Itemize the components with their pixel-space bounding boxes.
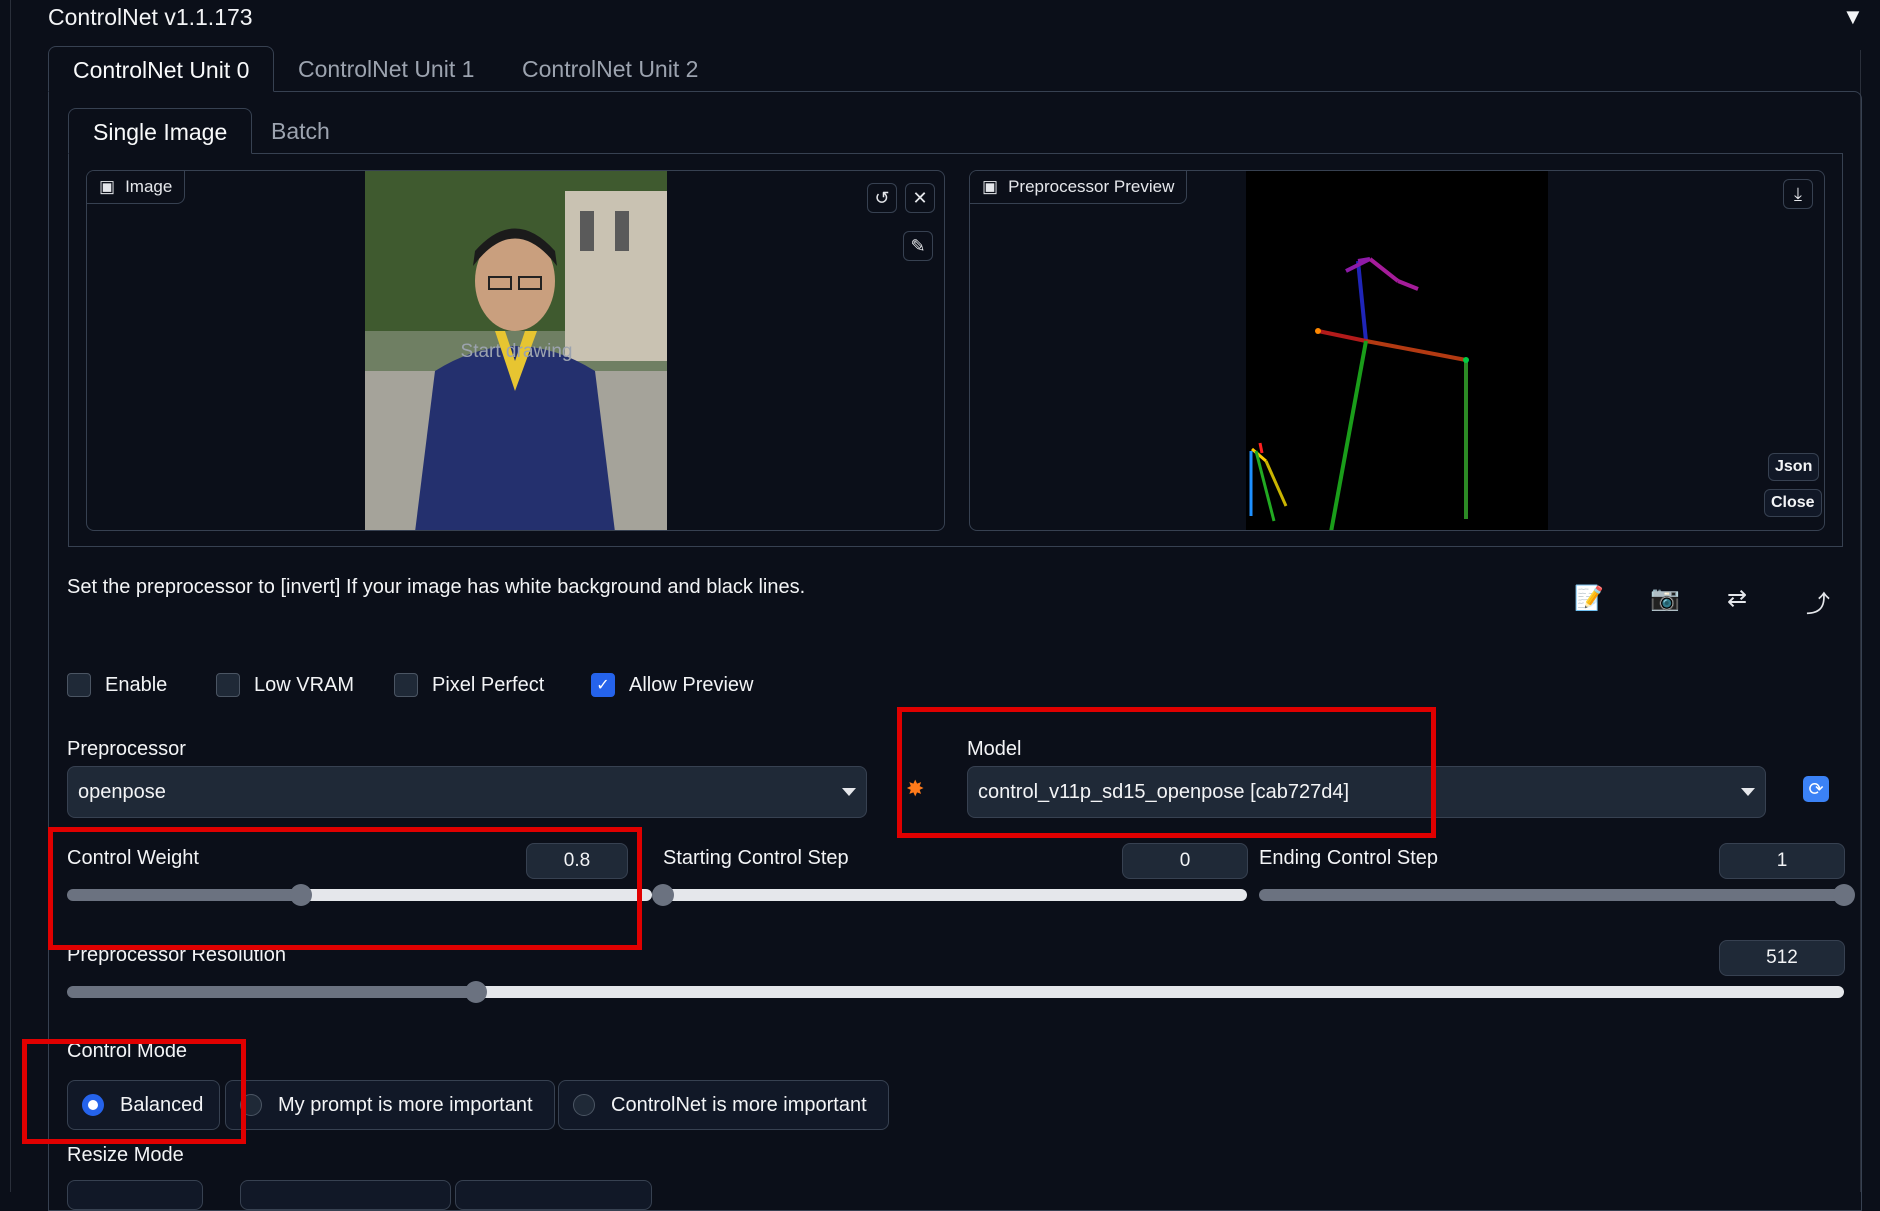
- undo-icon[interactable]: ↺: [867, 183, 897, 213]
- low-vram-checkbox-box[interactable]: [216, 673, 240, 697]
- invert-hint-text: Set the preprocessor to [invert] If your…: [67, 576, 806, 598]
- radio-controlnet-dot[interactable]: [573, 1094, 595, 1116]
- enable-label: Enable: [105, 673, 168, 696]
- enable-checkbox-box[interactable]: [67, 673, 91, 697]
- chevron-down-icon: [1741, 788, 1755, 796]
- preprocessor-resolution-slider-handle[interactable]: [464, 981, 487, 1003]
- allow-preview-label: Allow Preview: [629, 673, 754, 696]
- preprocessor-preview-panel: ▣ Preprocessor Preview ⤓ Json Close: [969, 170, 1825, 531]
- preview-label-text: Preprocessor Preview: [1008, 177, 1175, 196]
- low-vram-label: Low VRAM: [254, 673, 355, 696]
- ending-step-slider-handle[interactable]: [1833, 884, 1855, 906]
- model-highlight-box: [897, 707, 1436, 838]
- camera-icon[interactable]: 📷: [1650, 584, 1680, 613]
- pixel-perfect-checkbox[interactable]: Pixel Perfect: [394, 670, 544, 700]
- preview-panel-label: ▣ Preprocessor Preview: [970, 171, 1188, 204]
- image-panel-label: ▣ Image: [87, 171, 186, 204]
- close-preview-button[interactable]: Close: [1764, 489, 1822, 517]
- image-icon: ▣: [982, 177, 999, 196]
- image-icon: ▣: [99, 177, 116, 196]
- control-mode-highlight-box: [22, 1039, 246, 1144]
- resize-mode-option[interactable]: [67, 1180, 203, 1210]
- close-icon[interactable]: ✕: [905, 183, 935, 213]
- start-drawing-overlay: Start drawing: [460, 340, 573, 362]
- tab-controlnet-unit-2[interactable]: ControlNet Unit 2: [498, 46, 722, 92]
- collapse-caret-icon[interactable]: ▼: [1842, 4, 1864, 30]
- resize-mode-label: Resize Mode: [67, 1144, 184, 1166]
- ending-step-slider[interactable]: [1259, 889, 1844, 901]
- pixel-perfect-label: Pixel Perfect: [432, 673, 545, 696]
- control-weight-highlight-box: [48, 827, 642, 950]
- tab-batch[interactable]: Batch: [247, 108, 354, 154]
- resize-mode-option[interactable]: [240, 1180, 451, 1210]
- radio-controlnet-more-important[interactable]: ControlNet is more important: [558, 1080, 889, 1130]
- ending-step-input[interactable]: 1: [1719, 843, 1845, 879]
- image-input-panel[interactable]: Start drawing ▣ Image ↺ ✕ ✎: [86, 170, 945, 531]
- page-left-rule: [10, 0, 11, 1192]
- image-label-text: Image: [125, 177, 173, 196]
- edit-icon[interactable]: 📝: [1574, 584, 1604, 613]
- resize-mode-option[interactable]: [455, 1180, 652, 1210]
- tab-single-image[interactable]: Single Image: [68, 108, 253, 154]
- pose-skeleton-image: [1246, 171, 1548, 530]
- preprocessor-resolution-slider[interactable]: [67, 986, 1844, 998]
- chevron-down-icon: [842, 788, 856, 796]
- preprocessor-dropdown[interactable]: openpose: [67, 766, 867, 818]
- json-button[interactable]: Json: [1768, 453, 1820, 481]
- preprocessor-label: Preprocessor: [67, 738, 186, 760]
- allow-preview-checkbox-box[interactable]: ✓: [591, 673, 615, 697]
- ending-step-label: Ending Control Step: [1259, 847, 1439, 869]
- section-title: ControlNet v1.1.173: [48, 4, 253, 30]
- radio-prompt-label: My prompt is more important: [278, 1093, 533, 1116]
- tab-controlnet-unit-0[interactable]: ControlNet Unit 0: [48, 46, 275, 92]
- starting-step-label: Starting Control Step: [663, 847, 849, 869]
- preprocessor-value: openpose: [78, 780, 166, 803]
- brush-icon[interactable]: ✎: [903, 231, 933, 261]
- radio-prompt-more-important[interactable]: My prompt is more important: [225, 1080, 555, 1130]
- pixel-perfect-checkbox-box[interactable]: [394, 673, 418, 697]
- starting-step-input[interactable]: 0: [1122, 843, 1248, 879]
- tab-controlnet-unit-1[interactable]: ControlNet Unit 1: [274, 46, 498, 92]
- starting-step-slider-handle[interactable]: [652, 884, 674, 906]
- radio-controlnet-label: ControlNet is more important: [611, 1093, 867, 1116]
- enable-checkbox[interactable]: Enable: [67, 670, 167, 700]
- starting-step-slider[interactable]: [663, 889, 1247, 901]
- download-icon[interactable]: ⤓: [1783, 179, 1813, 209]
- allow-preview-checkbox[interactable]: ✓ Allow Preview: [591, 670, 753, 700]
- preprocessor-resolution-input[interactable]: 512: [1719, 940, 1845, 976]
- upload-arrow-icon[interactable]: ⤴: [1806, 584, 1830, 619]
- swap-icon[interactable]: ⇄: [1727, 584, 1747, 613]
- refresh-icon[interactable]: ⟳: [1803, 776, 1829, 802]
- low-vram-checkbox[interactable]: Low VRAM: [216, 670, 354, 700]
